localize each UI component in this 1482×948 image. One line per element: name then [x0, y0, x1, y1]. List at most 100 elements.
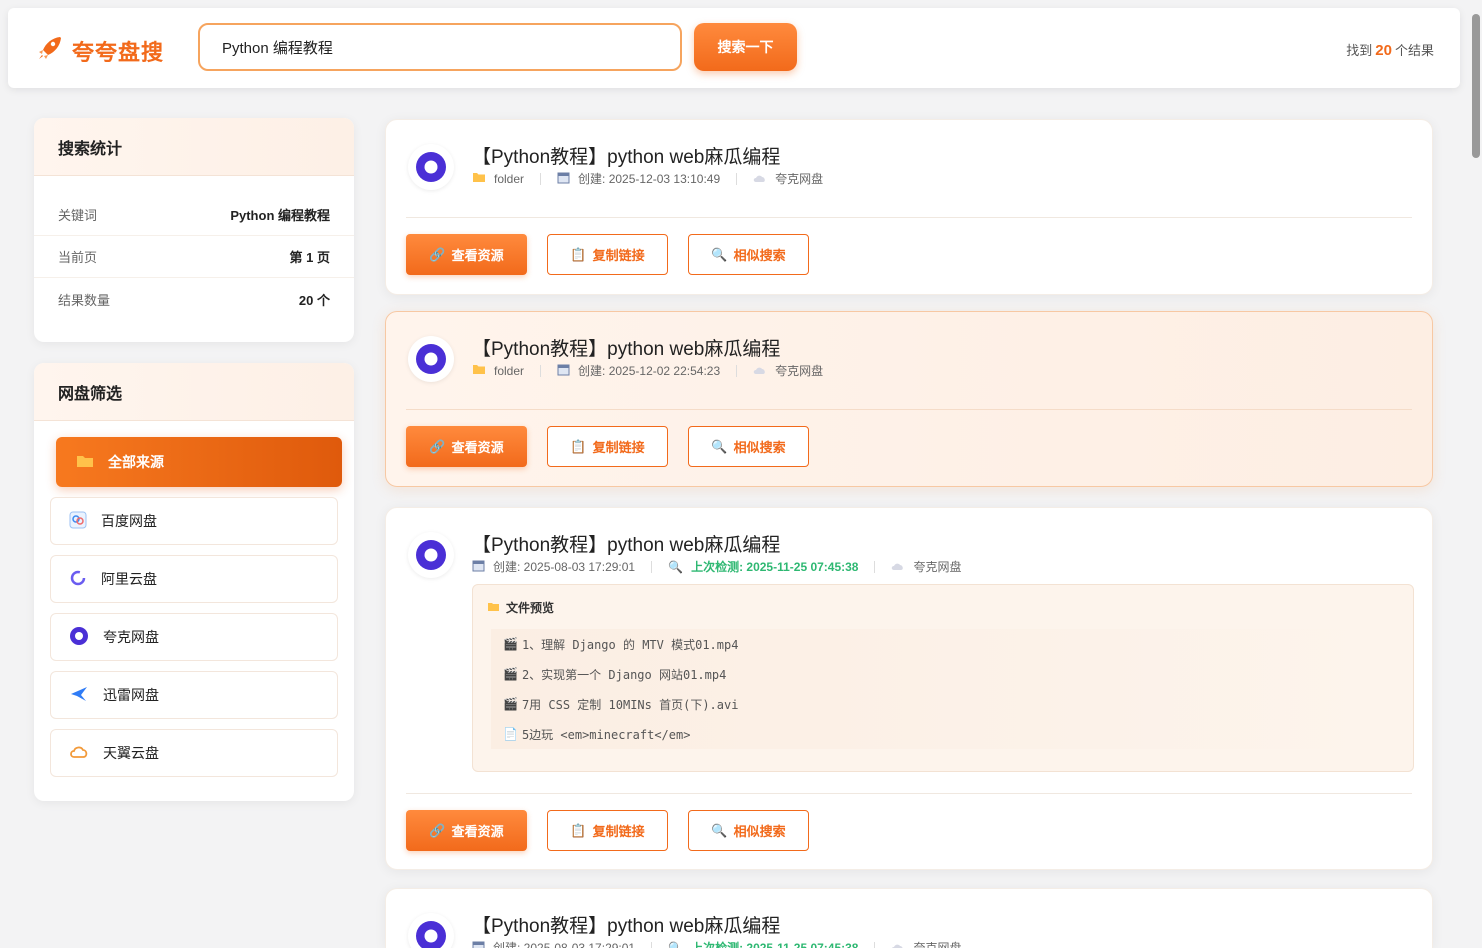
- divider: [736, 172, 738, 185]
- stat-keyword: 关键词 Python 编程教程: [34, 194, 354, 236]
- divider: [651, 560, 653, 573]
- cloud-icon: [753, 172, 767, 186]
- filter-all-sources[interactable]: 全部来源: [56, 437, 342, 487]
- result-created: 创建: 2025-12-03 13:10:49: [578, 172, 721, 186]
- file-item: 🎬 7用 CSS 定制 10MINs 首页(下).avi: [491, 689, 1397, 719]
- stat-count: 结果数量 20 个: [34, 278, 354, 320]
- result-title[interactable]: 【Python教程】python web麻瓜编程: [472, 142, 780, 169]
- search-icon: 🔍: [711, 438, 728, 454]
- page-scrollbar[interactable]: [1472, 14, 1480, 158]
- button-label: 相似搜索: [733, 824, 786, 839]
- search-icon: 🔍: [711, 822, 728, 838]
- filter-quark[interactable]: 夸克网盘: [50, 613, 338, 661]
- file-preview: 文件预览 🎬 1、理解 Django 的 MTV 模式01.mp4 🎬 2、实现第一…: [472, 584, 1414, 772]
- copy-link-button[interactable]: 📋 复制链接: [547, 234, 668, 275]
- file-name: 2、实现第一个 Django 网站01.mp4: [521, 667, 727, 682]
- result-card: 【Python教程】python web麻瓜编程 folder 创建: 2025…: [385, 311, 1433, 487]
- file-item: 📄 5边玩 <em>minecraft</em>: [491, 719, 1397, 749]
- similar-search-button[interactable]: 🔍 相似搜索: [688, 234, 809, 275]
- rocket-icon: [36, 34, 64, 67]
- filter-label: 百度网盘: [101, 513, 157, 529]
- calendar-icon: [557, 363, 570, 379]
- link-icon: 🔗: [429, 246, 446, 262]
- result-source: 夸克网盘: [775, 364, 824, 378]
- result-card: 【Python教程】python web麻瓜编程 folder 创建: 2025…: [385, 119, 1433, 295]
- stat-value: 第 1 页: [289, 250, 330, 265]
- document-file-icon: 📄: [503, 727, 518, 741]
- similar-search-button[interactable]: 🔍 相似搜索: [688, 810, 809, 851]
- search-input[interactable]: Python 编程教程: [198, 23, 682, 71]
- filter-xunlei[interactable]: 迅雷网盘: [50, 671, 338, 719]
- result-source: 夸克网盘: [913, 941, 962, 948]
- stat-label: 结果数量: [58, 292, 111, 308]
- preview-header: 文件预览: [487, 599, 554, 616]
- folder-icon: [487, 601, 500, 615]
- stat-value: 20 个: [298, 292, 330, 308]
- result-title[interactable]: 【Python教程】python web麻瓜编程: [472, 530, 780, 557]
- button-label: 查看资源: [451, 440, 504, 455]
- folder-icon: [76, 453, 94, 472]
- button-label: 复制链接: [592, 248, 645, 263]
- calendar-icon: [472, 940, 485, 948]
- result-number: 20: [1375, 42, 1392, 59]
- divider: [874, 941, 876, 948]
- xunlei-icon: [69, 685, 89, 706]
- filter-tianyi[interactable]: 天翼云盘: [50, 729, 338, 777]
- action-buttons: 🔗 查看资源 📋 复制链接 🔍 相似搜索: [406, 234, 809, 275]
- result-title[interactable]: 【Python教程】python web麻瓜编程: [472, 334, 780, 361]
- result-title[interactable]: 【Python教程】python web麻瓜编程: [472, 911, 780, 938]
- action-buttons: 🔗 查看资源 📋 复制链接 🔍 相似搜索: [406, 426, 809, 467]
- site-logo[interactable]: 夸夸盘搜: [36, 34, 164, 67]
- similar-search-button[interactable]: 🔍 相似搜索: [688, 426, 809, 467]
- copy-link-button[interactable]: 📋 复制链接: [547, 426, 668, 467]
- quark-icon: [408, 532, 454, 578]
- divider: [406, 217, 1412, 218]
- filter-label: 阿里云盘: [101, 571, 157, 587]
- baidu-icon: [69, 511, 87, 532]
- button-label: 相似搜索: [733, 248, 786, 263]
- cloud-icon: [753, 364, 767, 378]
- link-icon: 🔗: [429, 822, 446, 838]
- result-card: 【Python教程】python web麻瓜编程 创建: 2025-08-03 …: [385, 888, 1433, 948]
- divider: [406, 793, 1412, 794]
- video-file-icon: 🎬: [503, 637, 518, 651]
- filter-baidu[interactable]: 百度网盘: [50, 497, 338, 545]
- button-label: 相似搜索: [733, 440, 786, 455]
- search-icon: 🔍: [668, 940, 684, 948]
- filter-aliyun[interactable]: 阿里云盘: [50, 555, 338, 603]
- view-resource-button[interactable]: 🔗 查看资源: [406, 234, 527, 275]
- file-name: 5边玩 <em>minecraft</em>: [521, 727, 691, 742]
- logo-text: 夸夸盘搜: [72, 39, 165, 65]
- view-resource-button[interactable]: 🔗 查看资源: [406, 426, 527, 467]
- result-count: 找到 20 个结果: [1346, 40, 1434, 59]
- stat-value: Python 编程教程: [230, 208, 330, 223]
- result-prefix: 找到: [1346, 43, 1373, 58]
- folder-icon: [472, 363, 486, 378]
- view-resource-button[interactable]: 🔗 查看资源: [406, 810, 527, 851]
- divider: [406, 409, 1412, 410]
- file-item: 🎬 2、实现第一个 Django 网站01.mp4: [491, 659, 1397, 689]
- stat-label: 当前页: [58, 250, 98, 265]
- result-source: 夸克网盘: [913, 560, 962, 574]
- file-item: 🎬 1、理解 Django 的 MTV 模式01.mp4: [491, 629, 1397, 659]
- video-file-icon: 🎬: [503, 667, 518, 681]
- result-suffix: 个结果: [1394, 43, 1434, 58]
- result-meta: 创建: 2025-08-03 17:29:01 🔍 上次检测: 2025-11-…: [472, 939, 962, 948]
- search-button[interactable]: 搜索一下: [694, 23, 797, 71]
- button-label: 查看资源: [451, 824, 504, 839]
- result-created: 创建: 2025-12-02 22:54:23: [578, 364, 721, 378]
- copy-link-button[interactable]: 📋 复制链接: [547, 810, 668, 851]
- result-type: folder: [494, 171, 525, 186]
- file-list: 🎬 1、理解 Django 的 MTV 模式01.mp4 🎬 2、实现第一个 Dja…: [491, 629, 1397, 749]
- link-icon: 🔗: [429, 438, 446, 454]
- stat-label: 关键词: [58, 208, 98, 223]
- clipboard-icon: 📋: [570, 246, 587, 262]
- clipboard-icon: 📋: [570, 438, 587, 454]
- filter-label: 迅雷网盘: [103, 687, 159, 703]
- calendar-icon: [557, 171, 570, 187]
- filter-label: 天翼云盘: [103, 745, 159, 761]
- stats-panel: 搜索统计 关键词 Python 编程教程 当前页 第 1 页 结果数量 20 个: [34, 118, 354, 342]
- stats-title: 搜索统计: [34, 118, 354, 176]
- filter-title: 网盘筛选: [34, 363, 354, 421]
- cloud-icon: [891, 560, 905, 574]
